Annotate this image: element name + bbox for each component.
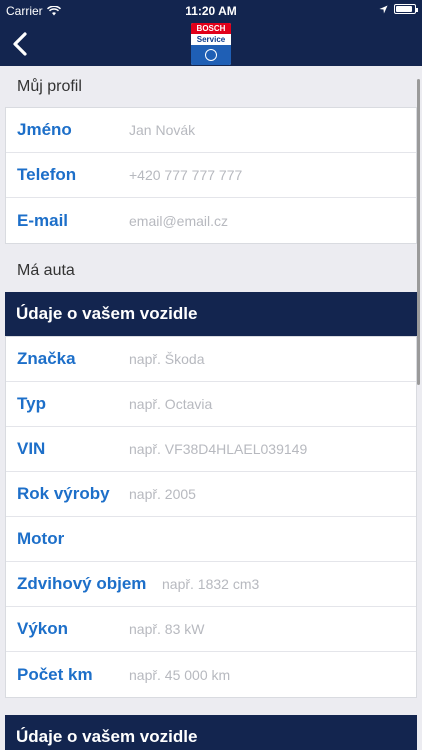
location-arrow-icon (379, 4, 388, 14)
field-label: Značka (17, 349, 76, 368)
battery-icon (394, 4, 418, 14)
vehicle-displacement-row[interactable]: Zdvihový objem např. 1832 cm3 (6, 562, 416, 607)
status-right (379, 4, 418, 14)
field-label: Zdvihový objem (17, 574, 147, 593)
field-label: Motor (17, 529, 65, 548)
logo-service-text: Service (191, 34, 231, 45)
field-label: Rok výroby (17, 484, 110, 503)
field-label: Výkon (17, 619, 69, 638)
profile-card: Jméno Jan Novák Telefon +420 777 777 777… (5, 107, 417, 244)
vehicle-mileage-row[interactable]: Počet km např. 45 000 km (6, 652, 416, 697)
profile-section-title: Můj profil (17, 78, 82, 95)
phone-input[interactable]: +420 777 777 777 (129, 167, 242, 183)
battery-fill (396, 6, 412, 12)
name-input[interactable]: Jan Novák (129, 122, 195, 138)
field-label: Jméno (17, 120, 72, 139)
vehicle-power-row[interactable]: Výkon např. 83 kW (6, 607, 416, 652)
status-time: 11:20 AM (185, 4, 237, 18)
field-label: Typ (17, 394, 46, 413)
vehicle-vin-row[interactable]: VIN např. VF38D4HLAEL039149 (6, 427, 416, 472)
field-label: VIN (17, 439, 46, 458)
vehicle-engine-row[interactable]: Motor (6, 517, 416, 562)
cars-section-title: Má auta (17, 262, 75, 279)
logo-emblem-icon (191, 45, 231, 65)
scrollbar[interactable] (417, 79, 420, 385)
field-label: Telefon (17, 165, 77, 184)
scroll-content[interactable]: Můj profil Jméno Jan Novák Telefon +420 … (0, 66, 422, 750)
logo-bosch-text: BOSCH (191, 23, 231, 34)
brand-input[interactable]: např. Škoda (129, 351, 205, 367)
bosch-service-logo: BOSCH Service (191, 23, 231, 65)
chevron-left-icon (13, 32, 27, 56)
vehicle-year-row[interactable]: Rok výroby např. 2005 (6, 472, 416, 517)
email-input[interactable]: email@email.cz (129, 213, 228, 229)
profile-name-row[interactable]: Jméno Jan Novák (6, 108, 416, 153)
status-bar: Carrier 11:20 AM (0, 0, 422, 22)
second-vehicle-header[interactable]: Údaje o vašem vozidle (5, 715, 417, 750)
profile-phone-row[interactable]: Telefon +420 777 777 777 (6, 153, 416, 198)
type-input[interactable]: např. Octavia (129, 396, 212, 412)
field-label: E-mail (17, 210, 69, 230)
vehicle-card: Značka např. Škoda Typ např. Octavia VIN… (5, 336, 417, 698)
year-input[interactable]: např. 2005 (129, 486, 196, 502)
back-button[interactable] (10, 30, 32, 58)
displacement-input[interactable]: např. 1832 cm3 (162, 576, 259, 592)
vehicle-header[interactable]: Údaje o vašem vozidle (5, 292, 417, 336)
power-input[interactable]: např. 83 kW (129, 621, 204, 637)
profile-email-row[interactable]: E-mail email@email.cz (6, 198, 416, 243)
vin-input[interactable]: např. VF38D4HLAEL039149 (129, 441, 307, 457)
vehicle-type-row[interactable]: Typ např. Octavia (6, 382, 416, 427)
vehicle-brand-row[interactable]: Značka např. Škoda (6, 337, 416, 382)
field-label: Počet km (17, 664, 93, 684)
mileage-input[interactable]: např. 45 000 km (129, 667, 230, 683)
nav-bar: BOSCH Service (0, 22, 422, 66)
